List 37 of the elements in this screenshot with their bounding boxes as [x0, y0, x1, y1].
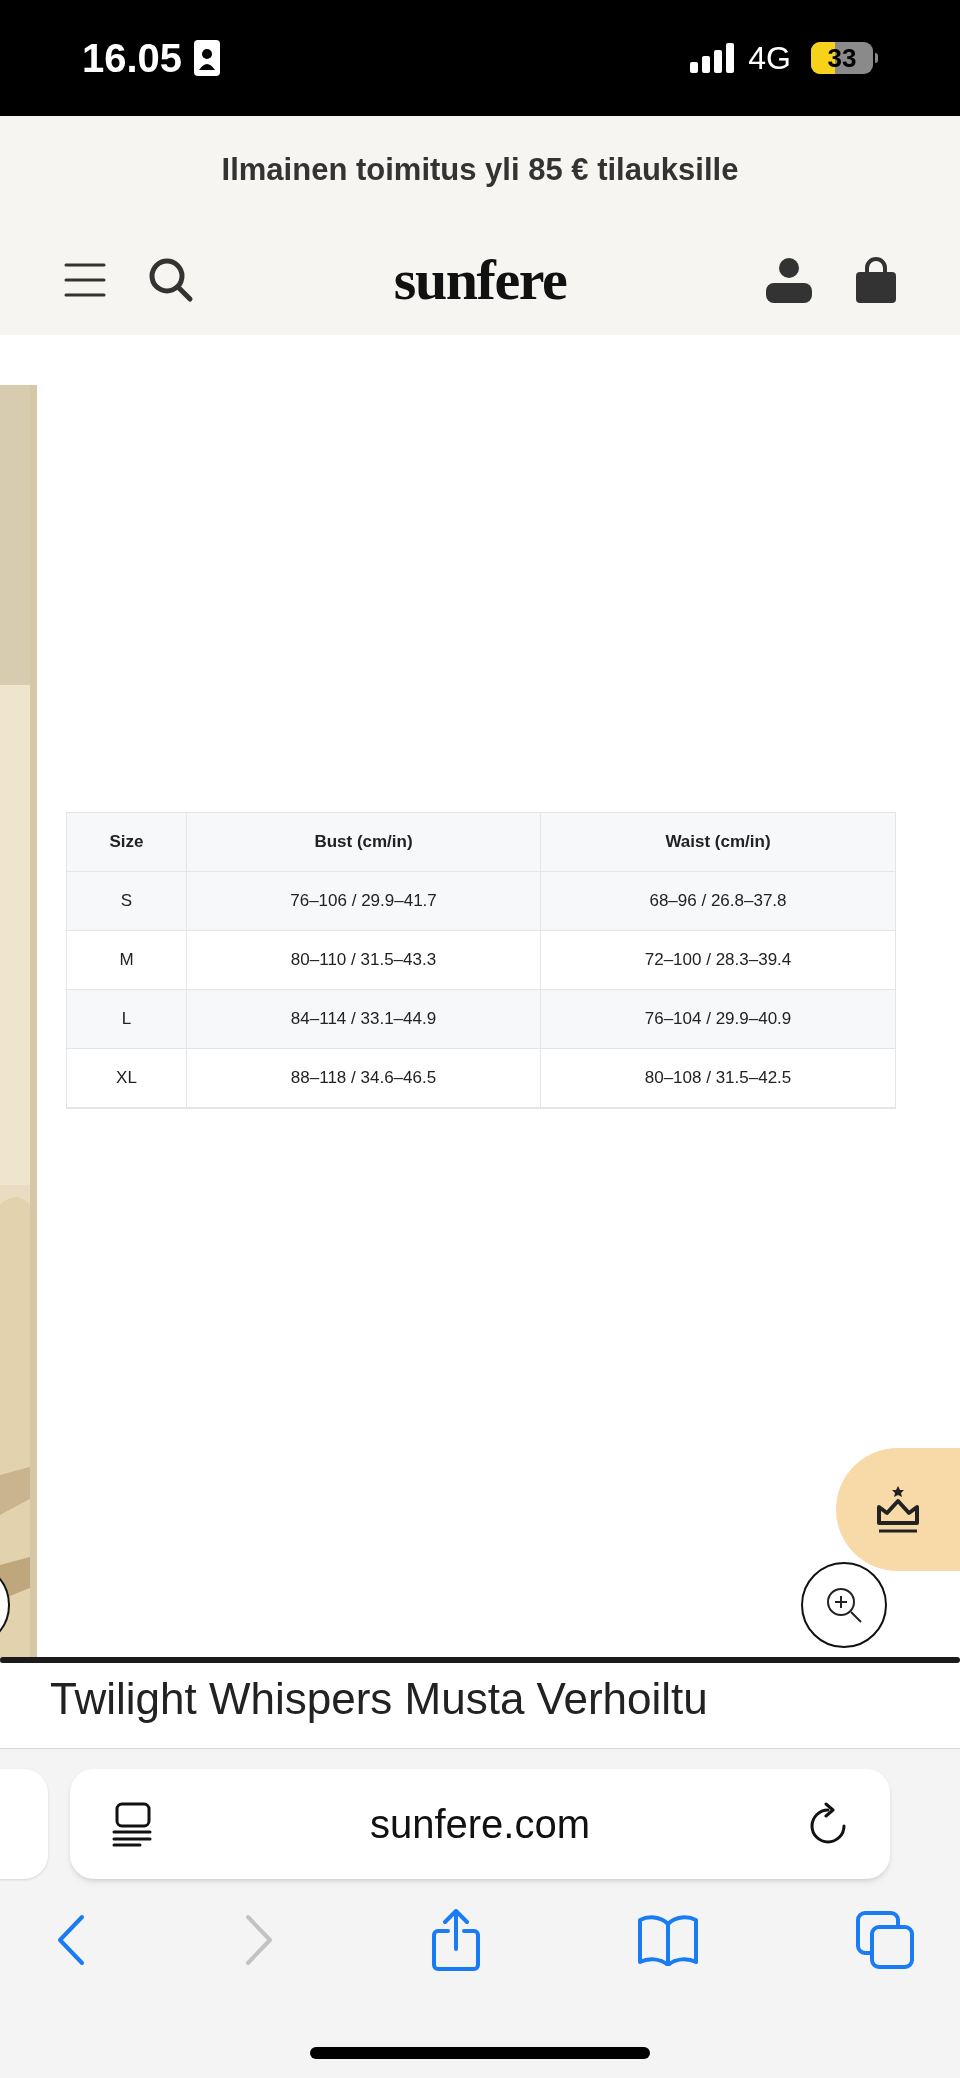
- id-card-icon: [194, 40, 221, 76]
- column-header: Bust (cm/in): [314, 831, 413, 854]
- account-icon[interactable]: [766, 256, 812, 303]
- table-cell-text: S: [120, 890, 133, 913]
- tabs-icon[interactable]: [856, 1911, 914, 1969]
- network-label: 4G: [748, 39, 791, 78]
- crown-icon: [876, 1484, 920, 1535]
- table-cell-text: 88–118 / 34.6–46.5: [290, 1067, 437, 1090]
- product-title: Twilight Whispers Musta Verhoiltu: [50, 1673, 709, 1725]
- logo[interactable]: sunfere: [393, 236, 567, 323]
- table-cell-text: 76–106 / 29.9–41.7: [290, 890, 437, 913]
- table-cell-text: M: [119, 949, 134, 972]
- table-cell-text: XL: [116, 1067, 137, 1090]
- status-time: 16.05: [82, 35, 183, 82]
- table-cell-text: L: [121, 1008, 132, 1031]
- table-cell-text: 76–104 / 29.9–40.9: [644, 1008, 792, 1031]
- promo-text: Ilmainen toimitus yli 85 € tilauksille: [221, 150, 739, 189]
- table-cell-text: 80–110 / 31.5–43.3: [290, 949, 437, 972]
- url-text: sunfere.com: [369, 1801, 591, 1848]
- reader-icon[interactable]: [112, 1801, 152, 1847]
- signal-icon: [690, 43, 737, 73]
- rewards-button[interactable]: [836, 1448, 960, 1571]
- back-icon[interactable]: [56, 1914, 86, 1966]
- table-cell-text: 68–96 / 26.8–37.8: [649, 890, 787, 913]
- reload-icon[interactable]: [808, 1802, 848, 1846]
- search-icon[interactable]: [148, 256, 194, 303]
- table-cell-text: 80–108 / 31.5–42.5: [644, 1067, 792, 1090]
- table-cell-text: 84–114 / 33.1–44.9: [290, 1008, 437, 1031]
- bookmarks-icon[interactable]: [638, 1914, 698, 1966]
- column-header: Waist (cm/in): [665, 831, 771, 854]
- share-icon[interactable]: [432, 1909, 480, 1971]
- table-cell-text: 72–100 / 28.3–39.4: [644, 949, 792, 972]
- zoom-in-icon: [825, 1586, 863, 1624]
- address-bar[interactable]: sunfere.com: [70, 1769, 890, 1879]
- bag-icon[interactable]: [856, 256, 896, 303]
- column-header: Size: [109, 831, 144, 854]
- menu-icon[interactable]: [64, 261, 106, 298]
